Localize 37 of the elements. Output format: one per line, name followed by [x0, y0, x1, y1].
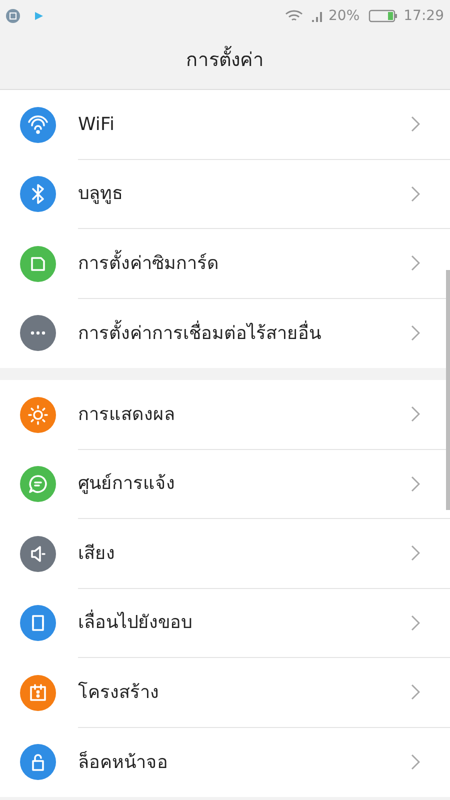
signal-icon: [310, 9, 325, 23]
chevron-icon: [411, 255, 420, 272]
settings-item[interactable]: เลื่อนไปยังขอบ: [0, 588, 450, 658]
settings-item[interactable]: การตั้งค่าซิมการ์ด: [0, 229, 450, 298]
page-title: การตั้งค่า: [186, 46, 264, 75]
item-label: ศูนย์การแจ้ง: [78, 472, 176, 496]
wifi-icon: [284, 9, 303, 23]
chevron-icon: [411, 406, 420, 422]
item-label: เลื่อนไปยังขอบ: [78, 609, 411, 636]
settings-item[interactable]: เสียง: [0, 519, 450, 588]
scrollbar[interactable]: [446, 270, 450, 510]
chevron-icon: [411, 186, 420, 202]
item-label: ล็อคหน้าจอ: [78, 750, 169, 775]
chevron-icon: [411, 116, 420, 132]
item-label: บลูทูธ: [78, 182, 124, 206]
item-label: การตั้งค่าการเชื่อมต่อไร้สายอื่น: [78, 320, 411, 347]
item-label: การตั้งค่าซิมการ์ด: [78, 250, 411, 277]
settings-item[interactable]: ล็อคหน้าจอ: [0, 728, 450, 797]
battery-percent: 20%: [328, 6, 360, 26]
item-label: WiFi: [78, 112, 116, 137]
item-label: การแสดงผล: [78, 402, 176, 427]
item-label: โครงสร้าง: [78, 680, 160, 705]
settings-item[interactable]: โครงสร้าง: [0, 658, 450, 728]
settings-item[interactable]: การตั้งค่าการเชื่อมต่อไร้สายอื่น: [0, 298, 450, 368]
chevron-icon: [411, 476, 420, 492]
chevron-icon: [411, 754, 420, 770]
play-store-icon: [34, 11, 44, 21]
chevron-icon: [411, 325, 420, 342]
settings-item[interactable]: WiFi: [0, 90, 450, 160]
notification-icon: [6, 9, 20, 23]
settings-item[interactable]: บลูทูธ: [0, 160, 450, 229]
clock-time: 17:29: [404, 6, 444, 26]
battery-icon: [368, 9, 398, 23]
chevron-icon: [411, 614, 420, 631]
chevron-icon: [411, 545, 420, 562]
chevron-icon: [411, 684, 420, 700]
item-label: เสียง: [78, 542, 116, 566]
